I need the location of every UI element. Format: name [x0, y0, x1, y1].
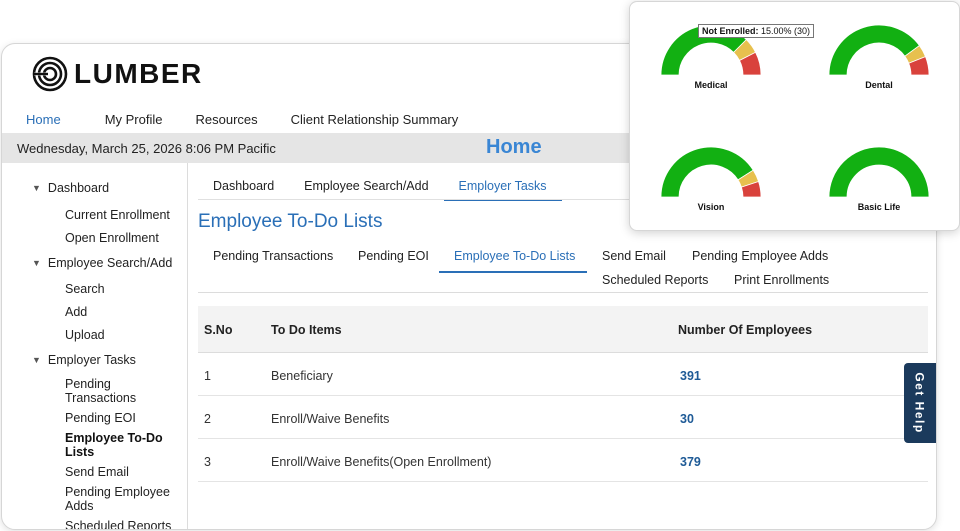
row-item: Beneficiary: [271, 369, 333, 383]
get-help-button[interactable]: Get Help: [904, 363, 936, 443]
table-row: 3 Enroll/Waive Benefits(Open Enrollment)…: [198, 439, 928, 482]
tab-send-email[interactable]: Send Email: [602, 249, 666, 263]
gauge-label-basic-life: Basic Life: [857, 202, 901, 212]
tab-scheduled-reports[interactable]: Scheduled Reports: [602, 273, 708, 287]
caret-down-icon: ▼: [32, 355, 41, 365]
tab-dashboard[interactable]: Dashboard: [213, 176, 274, 201]
gauge-segment-green[interactable]: [660, 146, 754, 198]
caret-down-icon: ▼: [32, 183, 41, 193]
row-item: Enroll/Waive Benefits: [271, 412, 390, 426]
sidebar-item-pending-transactions[interactable]: Pending Transactions: [65, 377, 145, 405]
tooltip-label: Not Enrolled:: [702, 26, 759, 36]
gauge-segment-green[interactable]: [828, 24, 921, 76]
gauge-label-medical: Medical: [694, 80, 728, 90]
tab-employee-to-do-lists[interactable]: Employee To-Do Lists: [454, 249, 575, 263]
sidebar-section-employee-search-add[interactable]: ▼ Employee Search/Add: [32, 256, 172, 270]
gauge-label-dental: Dental: [865, 80, 893, 90]
column-header-sno: S.No: [204, 323, 233, 337]
table-row: 1 Beneficiary 391: [198, 353, 928, 396]
topnav-my-profile[interactable]: My Profile: [105, 108, 163, 135]
gauge-tooltip: Not Enrolled: 15.00% (30): [698, 24, 815, 38]
gauge-label-vision: Vision: [697, 202, 725, 212]
tab-pending-transactions[interactable]: Pending Transactions: [213, 249, 333, 263]
sidebar-section-employer-tasks[interactable]: ▼ Employer Tasks: [32, 353, 136, 367]
sidebar-item-upload[interactable]: Upload: [65, 328, 183, 342]
section-heading: Employee To-Do Lists: [198, 211, 383, 232]
sidebar-section-label: Employer Tasks: [47, 353, 136, 367]
sidebar-item-scheduled-reports[interactable]: Scheduled Reports: [65, 519, 183, 529]
tab-print-enrollments[interactable]: Print Enrollments: [734, 273, 829, 287]
sidebar: ▼ Dashboard Current Enrollment Open Enro…: [2, 163, 188, 529]
tab-employer-tasks[interactable]: Employer Tasks: [443, 176, 562, 201]
column-header-number-of-employees: Number Of Employees: [678, 323, 813, 337]
row-sno: 3: [204, 455, 211, 469]
tab-employee-search-add[interactable]: Employee Search/Add: [304, 176, 428, 201]
sidebar-item-add[interactable]: Add: [65, 305, 183, 319]
current-date: Wednesday, March 25, 2026 8:06 PM Pacifi…: [17, 141, 276, 156]
sidebar-item-pending-employee-adds[interactable]: Pending Employee Adds: [65, 485, 180, 513]
row-count-link[interactable]: 379: [680, 455, 701, 469]
topnav-home[interactable]: Home: [11, 108, 73, 135]
brand-name: LUMBER: [74, 58, 203, 89]
tab-pending-employee-adds[interactable]: Pending Employee Adds: [692, 249, 828, 263]
sidebar-item-pending-eoi[interactable]: Pending EOI: [65, 411, 183, 425]
sidebar-item-open-enrollment[interactable]: Open Enrollment: [65, 231, 183, 245]
active-tab-underline: [439, 271, 587, 273]
row-item: Enroll/Waive Benefits(Open Enrollment): [271, 455, 492, 469]
topnav-client-relationship-summary[interactable]: Client Relationship Summary: [291, 108, 459, 135]
column-header-to-do-items: To Do Items: [271, 323, 342, 337]
row-count-link[interactable]: 391: [680, 369, 701, 383]
divider: [198, 292, 928, 293]
primary-tabs: Dashboard Employee Search/Add Employer T…: [198, 176, 592, 201]
caret-down-icon: ▼: [32, 258, 41, 268]
page-title: Home: [486, 136, 542, 158]
lumber-logo-icon: [32, 56, 68, 92]
sidebar-section-dashboard[interactable]: ▼ Dashboard: [32, 181, 109, 195]
tooltip-value: 15.00% (30): [761, 26, 811, 36]
sidebar-section-label: Employee Search/Add: [47, 256, 173, 270]
row-sno: 1: [204, 369, 211, 383]
topnav-resources[interactable]: Resources: [195, 108, 257, 135]
sidebar-item-employee-to-do-lists[interactable]: Employee To-Do Lists: [65, 431, 180, 459]
sidebar-item-send-email[interactable]: Send Email: [65, 465, 183, 479]
gauge-segment-green[interactable]: [828, 146, 930, 198]
enrollment-gauges-popup: Medical Dental Vision Basic Life Not Enr…: [629, 1, 960, 231]
row-count-link[interactable]: 30: [680, 412, 694, 426]
tab-pending-eoi[interactable]: Pending EOI: [358, 249, 429, 263]
sidebar-item-search[interactable]: Search: [65, 282, 183, 296]
table-row: 2 Enroll/Waive Benefits 30: [198, 396, 928, 439]
table-header: S.No To Do Items Number Of Employees: [198, 306, 928, 353]
todo-table: S.No To Do Items Number Of Employees 1 B…: [198, 306, 928, 482]
sidebar-item-current-enrollment[interactable]: Current Enrollment: [65, 208, 183, 222]
top-navigation: Home My Profile Resources Client Relatio…: [11, 108, 491, 135]
get-help-label: Get Help: [913, 372, 927, 434]
sidebar-section-label: Dashboard: [47, 181, 110, 195]
row-sno: 2: [204, 412, 211, 426]
brand-logo[interactable]: LUMBER: [32, 56, 203, 92]
